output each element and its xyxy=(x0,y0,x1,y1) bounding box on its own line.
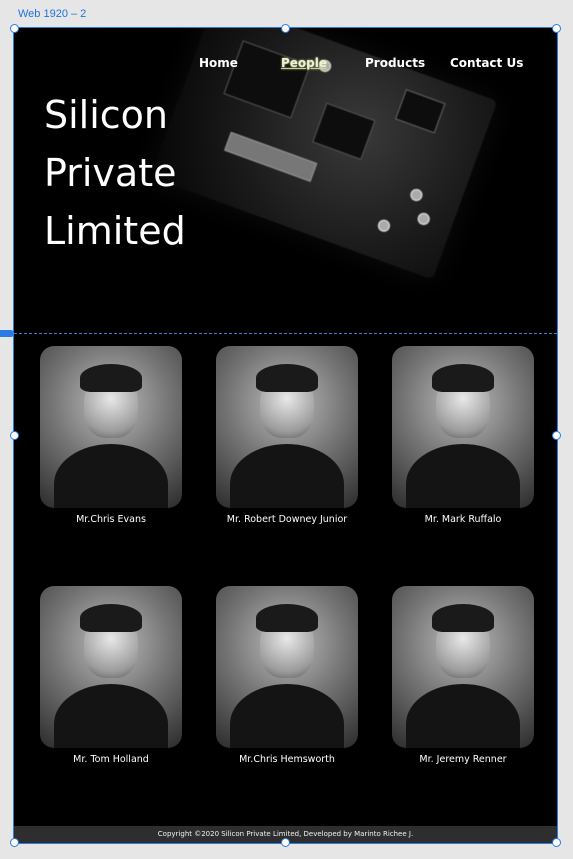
team-grid: Mr.Chris Evans Mr. Robert Downey Junior … xyxy=(14,28,557,808)
resize-handle-bottom[interactable] xyxy=(281,838,290,847)
team-member-name: Mr. Jeremy Renner xyxy=(419,754,507,765)
team-member-name: Mr. Tom Holland xyxy=(73,754,149,765)
team-member-name: Mr. Robert Downey Junior xyxy=(226,514,348,525)
portrait-photo xyxy=(216,586,358,748)
portrait-photo xyxy=(392,586,534,748)
photo-body-shape xyxy=(230,684,344,748)
photo-body-shape xyxy=(406,444,520,508)
resize-handle-bottom-left[interactable] xyxy=(10,838,19,847)
resize-handle-top[interactable] xyxy=(281,24,290,33)
design-canvas: Web 1920 – 2 Home People Products Contac… xyxy=(0,0,573,859)
photo-body-shape xyxy=(54,444,168,508)
portrait-photo xyxy=(40,346,182,508)
resize-handle-top-left[interactable] xyxy=(10,24,19,33)
photo-body-shape xyxy=(406,684,520,748)
photo-hair-shape xyxy=(256,604,318,632)
resize-handle-left[interactable] xyxy=(10,431,19,440)
team-member-name: Mr.Chris Hemsworth xyxy=(239,754,335,765)
photo-body-shape xyxy=(54,684,168,748)
team-card[interactable]: Mr.Chris Evans xyxy=(40,346,182,525)
photo-hair-shape xyxy=(256,364,318,392)
photo-hair-shape xyxy=(432,604,494,632)
artboard[interactable]: Home People Products Contact Us Silicon … xyxy=(13,27,558,844)
team-member-name: Mr. Mark Ruffalo xyxy=(424,514,502,525)
portrait-photo xyxy=(392,346,534,508)
portrait-photo xyxy=(216,346,358,508)
portrait-photo xyxy=(40,586,182,748)
resize-handle-right[interactable] xyxy=(552,431,561,440)
team-card[interactable]: Mr.Chris Hemsworth xyxy=(216,586,358,765)
team-card[interactable]: Mr. Mark Ruffalo xyxy=(392,346,534,525)
resize-handle-bottom-right[interactable] xyxy=(552,838,561,847)
photo-body-shape xyxy=(230,444,344,508)
guide-handle[interactable] xyxy=(0,330,14,337)
photo-hair-shape xyxy=(80,364,142,392)
artboard-label[interactable]: Web 1920 – 2 xyxy=(18,8,86,20)
photo-hair-shape xyxy=(432,364,494,392)
photo-hair-shape xyxy=(80,604,142,632)
resize-handle-top-right[interactable] xyxy=(552,24,561,33)
team-member-name: Mr.Chris Evans xyxy=(76,514,146,525)
team-card[interactable]: Mr. Robert Downey Junior xyxy=(216,346,358,525)
team-card[interactable]: Mr. Tom Holland xyxy=(40,586,182,765)
team-card[interactable]: Mr. Jeremy Renner xyxy=(392,586,534,765)
